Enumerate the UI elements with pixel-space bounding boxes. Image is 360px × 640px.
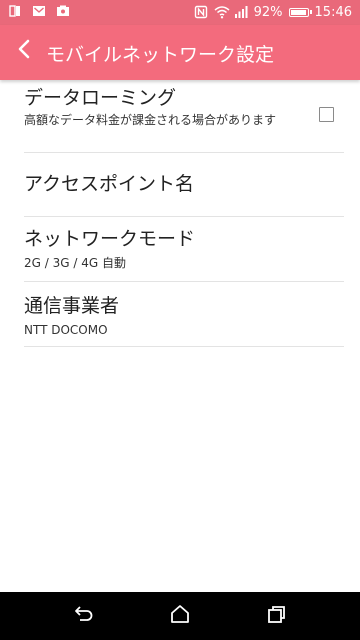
data-roaming-title: データローミング (24, 87, 177, 109)
signal-icon (234, 5, 248, 19)
navigation-bar (0, 592, 360, 640)
data-roaming-checkbox[interactable] (319, 107, 334, 122)
wifi-icon (214, 5, 230, 19)
status-time: 15:46 (314, 4, 352, 20)
chevron-left-icon (17, 39, 31, 63)
notification-icons (8, 4, 70, 18)
battery-percent: 92% (253, 4, 283, 20)
battery-icon (288, 7, 312, 17)
mail-icon (32, 4, 46, 18)
settings-list: データローミング 高額なデータ料金が課金される場合があります アクセスポイント名… (0, 80, 360, 347)
system-icons: 92% 15:46 (194, 3, 352, 21)
carrier-value: NTT DOCOMO (24, 323, 108, 337)
data-roaming-item[interactable]: データローミング 高額なデータ料金が課金される場合があります (24, 80, 344, 153)
home-icon (169, 604, 191, 628)
nav-back-button[interactable] (72, 604, 96, 628)
data-roaming-summary: 高額なデータ料金が課金される場合があります (24, 113, 277, 127)
carrier-title: 通信事業者 (24, 295, 120, 317)
nfc-icon (194, 5, 208, 19)
back-button[interactable] (10, 37, 38, 65)
back-icon (73, 604, 95, 628)
status-bar: 92% 15:46 (0, 0, 360, 25)
carrier-item[interactable]: 通信事業者 NTT DOCOMO (24, 282, 344, 347)
nav-home-button[interactable] (168, 604, 192, 628)
recents-icon (265, 604, 287, 628)
nav-recents-button[interactable] (264, 604, 288, 628)
access-point-names-item[interactable]: アクセスポイント名 (24, 153, 344, 217)
page-title: モバイルネットワーク設定 (46, 44, 275, 66)
network-mode-item[interactable]: ネットワークモード 2G / 3G / 4G 自動 (24, 217, 344, 282)
screen: 92% 15:46 モバイルネットワーク設定 データローミング 高額なデータ料金… (0, 0, 360, 640)
sim-icon (8, 4, 22, 18)
photo-icon (56, 4, 70, 18)
network-mode-title: ネットワークモード (24, 228, 196, 250)
network-mode-value: 2G / 3G / 4G 自動 (24, 256, 126, 270)
app-bar: モバイルネットワーク設定 (0, 25, 360, 80)
access-point-names-title: アクセスポイント名 (24, 173, 195, 195)
